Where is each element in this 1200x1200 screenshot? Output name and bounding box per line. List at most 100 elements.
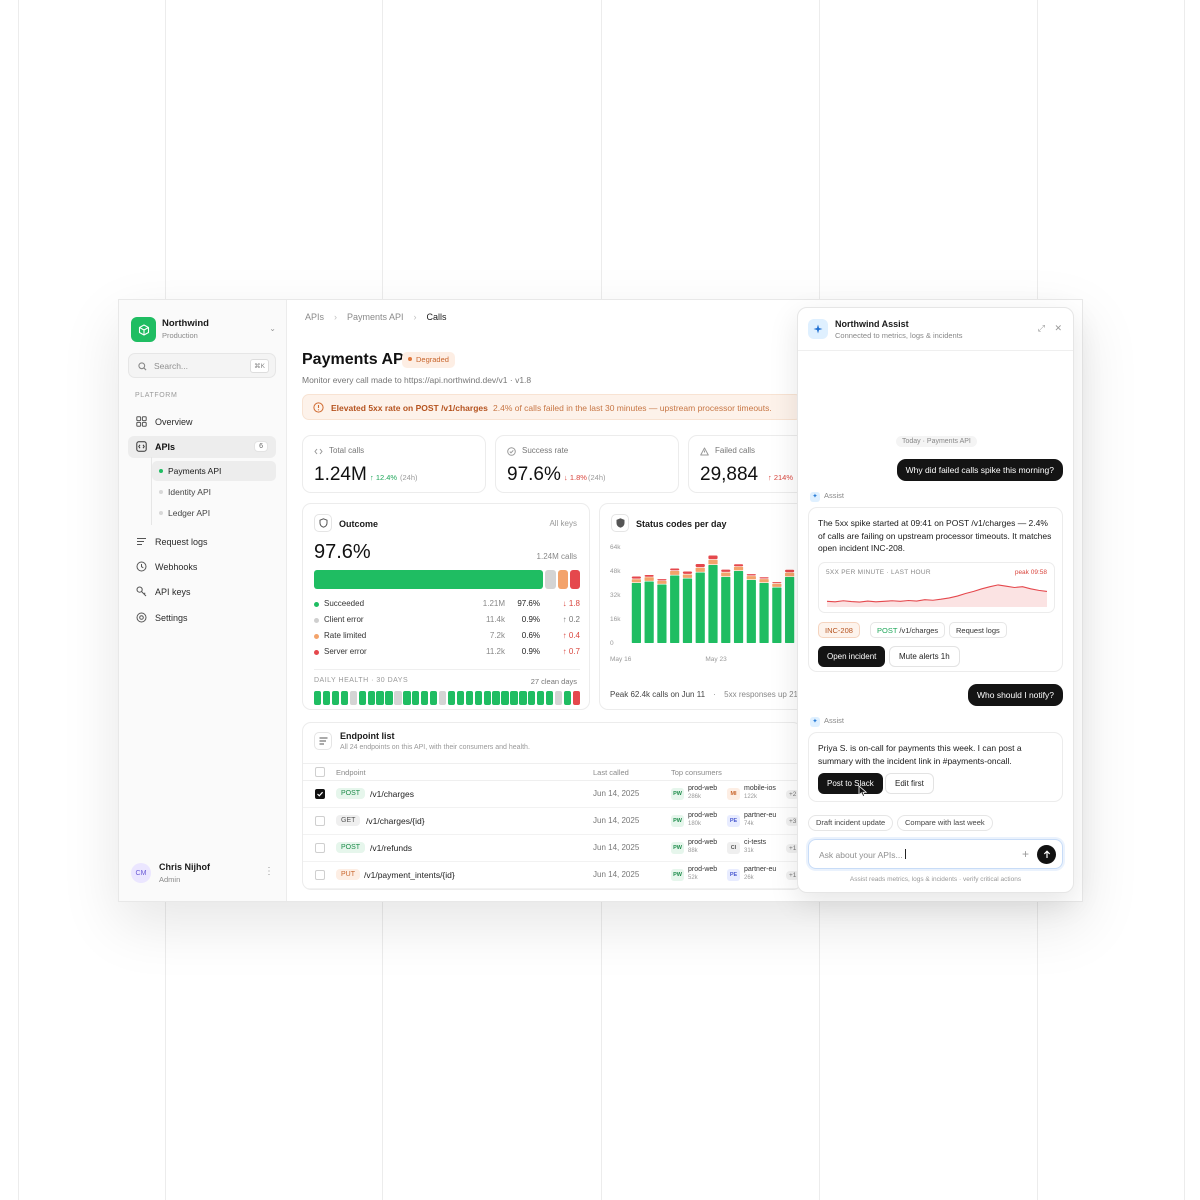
health-day[interactable] xyxy=(340,691,349,705)
health-day[interactable] xyxy=(447,691,456,705)
sidebar-item-webhooks[interactable]: Webhooks xyxy=(128,556,276,578)
bar-segment-4xx[interactable] xyxy=(785,572,795,577)
bar-segment-2xx[interactable] xyxy=(695,572,705,644)
row-checkbox[interactable] xyxy=(315,816,325,826)
endpoint-path[interactable]: /v1/payment_intents/{id} xyxy=(364,870,455,880)
bar-segment-4xx[interactable] xyxy=(695,567,705,572)
health-day[interactable] xyxy=(510,691,518,705)
endpoint-path[interactable]: /v1/refunds xyxy=(370,843,412,853)
bar-segment-2xx[interactable] xyxy=(682,578,693,644)
health-day[interactable] xyxy=(537,691,545,705)
bar-segment-4xx[interactable] xyxy=(759,579,769,583)
bar-segment-2xx[interactable] xyxy=(772,587,782,644)
endpoint-path[interactable]: /v1/charges/{id} xyxy=(366,816,425,826)
bar-segment-2xx[interactable] xyxy=(733,571,744,643)
health-day[interactable] xyxy=(438,691,447,705)
bar-segment-2xx[interactable] xyxy=(708,565,718,643)
bar-segment-4xx[interactable] xyxy=(733,566,744,571)
health-day[interactable] xyxy=(474,691,482,705)
org-switcher[interactable]: Northwind Production ⌄ xyxy=(131,317,276,345)
expand-icon[interactable]: ⤢ xyxy=(1038,323,1045,334)
bar-segment-2xx[interactable] xyxy=(631,583,641,643)
health-day[interactable] xyxy=(465,691,473,705)
sidebar-item-api-keys[interactable]: API keys xyxy=(128,581,276,603)
endpoint-chip[interactable]: POST /v1/charges xyxy=(870,622,946,638)
health-day[interactable] xyxy=(528,691,536,705)
bar-segment-4xx[interactable] xyxy=(708,559,718,565)
health-day[interactable] xyxy=(429,691,438,705)
post-to-slack-button[interactable]: Post to Slack xyxy=(818,773,883,794)
health-day[interactable] xyxy=(421,691,429,705)
bar-segment-5xx[interactable] xyxy=(733,564,744,567)
table-row[interactable]: GET/v1/charges/{id} Jun 14, 2025 PW prod-we… xyxy=(303,808,801,835)
close-icon[interactable]: ✕ xyxy=(1054,323,1062,334)
health-day[interactable] xyxy=(385,691,393,705)
scope-selector[interactable]: All keys xyxy=(549,519,577,528)
search-input[interactable]: Search... ⌘K xyxy=(128,353,276,378)
health-day[interactable] xyxy=(483,691,491,705)
bar-segment-5xx[interactable] xyxy=(746,574,756,576)
sidebar-item-request-logs[interactable]: Request logs xyxy=(128,531,276,553)
plus-icon[interactable]: + xyxy=(1022,847,1029,861)
select-all-checkbox[interactable] xyxy=(315,767,325,777)
suggestion-chip[interactable]: Draft incident update xyxy=(808,815,894,831)
bar-segment-4xx[interactable] xyxy=(721,572,731,577)
bar-segment-2xx[interactable] xyxy=(657,584,667,644)
health-day[interactable] xyxy=(501,691,509,705)
health-day[interactable] xyxy=(322,691,331,705)
health-day[interactable] xyxy=(403,691,411,705)
bar-segment-2xx[interactable] xyxy=(644,581,654,644)
sidebar-subitem-identity-api[interactable]: Identity API xyxy=(152,482,276,502)
user-menu[interactable]: CM Chris Nijhof Admin ⋮ xyxy=(131,861,276,887)
health-day[interactable] xyxy=(563,691,572,705)
bar-segment-5xx[interactable] xyxy=(785,569,795,573)
bar-segment-4xx[interactable] xyxy=(644,577,654,581)
health-day[interactable] xyxy=(394,691,402,705)
row-checkbox[interactable] xyxy=(315,843,325,853)
bar-segment-2xx[interactable] xyxy=(721,577,731,643)
mute-alerts-button[interactable]: Mute alerts 1h xyxy=(889,646,960,667)
health-day[interactable] xyxy=(358,691,366,705)
bar-segment-5xx[interactable] xyxy=(772,582,782,584)
bar-segment-4xx[interactable] xyxy=(682,574,693,578)
edit-first-button[interactable]: Edit first xyxy=(885,773,934,794)
bar-segment-5xx[interactable] xyxy=(695,563,705,568)
composer-input[interactable]: Ask about your APIs... xyxy=(819,849,906,860)
table-row[interactable]: POST/v1/refunds Jun 14, 2025 PW prod-web 88k… xyxy=(303,835,801,862)
bar-segment-4xx[interactable] xyxy=(746,576,756,580)
breadcrumb-payments-api[interactable]: Payments API xyxy=(347,312,404,322)
health-day[interactable] xyxy=(545,691,554,705)
health-day[interactable] xyxy=(572,691,581,705)
bar-segment-5xx[interactable] xyxy=(721,569,731,572)
bar-segment-2xx[interactable] xyxy=(670,575,680,644)
incident-chip[interactable]: INC-208 xyxy=(818,622,860,638)
bar-segment-5xx[interactable] xyxy=(708,555,718,560)
bar-segment-5xx[interactable] xyxy=(657,579,667,581)
health-day[interactable] xyxy=(331,691,340,705)
health-day[interactable] xyxy=(376,691,384,705)
bar-segment-5xx[interactable] xyxy=(631,576,641,579)
row-checkbox[interactable] xyxy=(315,789,325,799)
table-row[interactable]: PUT/v1/payment_intents/{id} Jun 14, 2025 P… xyxy=(303,862,801,889)
sidebar-item-settings[interactable]: Settings xyxy=(128,607,276,629)
sidebar-subitem-ledger-api[interactable]: Ledger API xyxy=(152,503,276,523)
bar-segment-5xx[interactable] xyxy=(670,568,680,571)
endpoint-path[interactable]: /v1/charges xyxy=(370,789,414,799)
bar-segment-2xx[interactable] xyxy=(785,577,795,643)
more-vertical-icon[interactable]: ⋮ xyxy=(264,866,274,877)
table-row[interactable]: POST/v1/charges Jun 14, 2025 PW prod-web 286… xyxy=(303,781,801,808)
health-day[interactable] xyxy=(519,691,527,705)
health-day[interactable] xyxy=(349,691,358,705)
bar-segment-5xx[interactable] xyxy=(682,571,693,574)
health-day[interactable] xyxy=(367,691,375,705)
sidebar-item-apis[interactable]: APIs 6 xyxy=(128,436,276,458)
bar-segment-4xx[interactable] xyxy=(631,579,641,583)
bar-segment-4xx[interactable] xyxy=(670,571,680,575)
bar-segment-4xx[interactable] xyxy=(657,581,667,584)
health-day[interactable] xyxy=(554,691,563,705)
health-day[interactable] xyxy=(456,691,465,705)
assist-composer[interactable]: Ask about your APIs... + xyxy=(808,839,1063,869)
bar-segment-4xx[interactable] xyxy=(772,583,782,587)
suggestion-chip[interactable]: Compare with last week xyxy=(897,815,993,831)
bar-segment-2xx[interactable] xyxy=(746,580,756,643)
